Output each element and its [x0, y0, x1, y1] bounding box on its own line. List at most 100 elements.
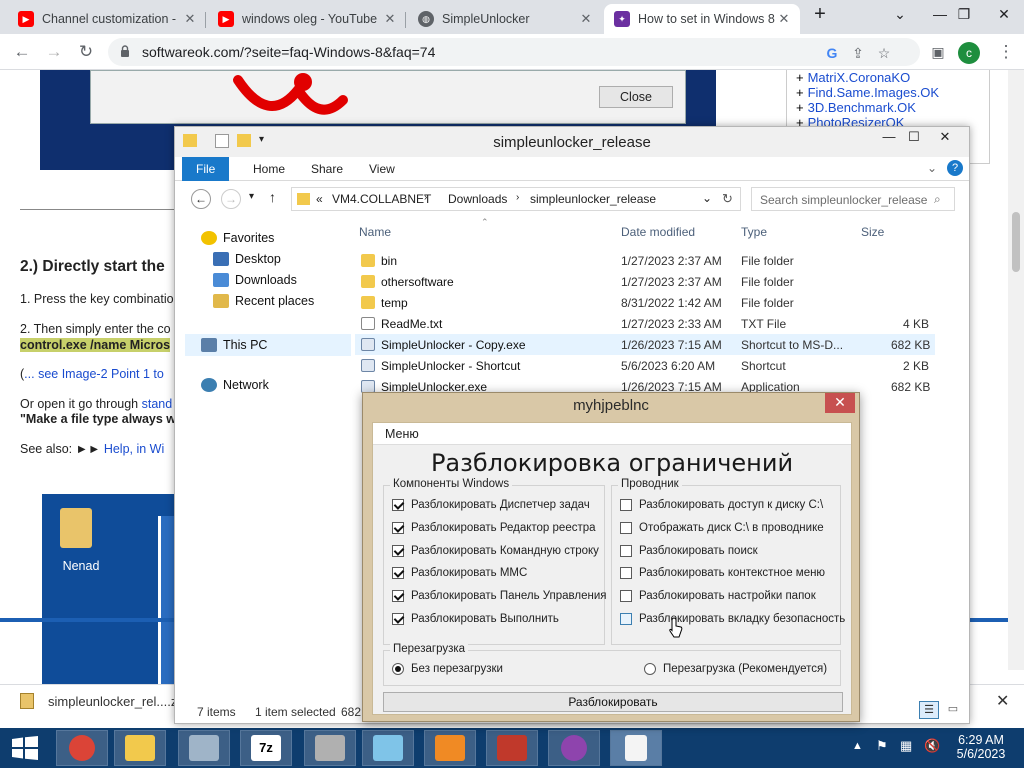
- taskbar-blank-document[interactable]: [610, 730, 662, 766]
- large-icons-view-icon[interactable]: ▭: [943, 701, 963, 719]
- windows-start-icon[interactable]: [10, 736, 40, 760]
- link-3d-benchmark[interactable]: +3D.Benchmark.OK: [796, 100, 916, 115]
- see-image-link[interactable]: ... see Image-2 Point 1 to: [24, 367, 164, 381]
- checkbox-unchecked[interactable]: [620, 522, 632, 534]
- new-tab-button[interactable]: +: [802, 0, 838, 28]
- taskbar-clock[interactable]: 6:29 AM 5/6/2023: [956, 733, 1006, 761]
- menu-item[interactable]: Меню: [385, 427, 419, 441]
- file-row-simpleunlocker-shortcut[interactable]: SimpleUnlocker - Shortcut 5/6/2023 6:20 …: [355, 355, 935, 376]
- address-dropdown-icon[interactable]: ⌄: [702, 191, 712, 205]
- close-icon[interactable]: ✕: [825, 393, 855, 413]
- taskbar-file-explorer[interactable]: [114, 730, 166, 766]
- checkbox-unchecked[interactable]: [620, 567, 632, 579]
- forward-icon[interactable]: →: [221, 189, 241, 209]
- path-overflow[interactable]: «: [316, 192, 323, 206]
- explorer-address-bar[interactable]: « VM4.COLLABNET › Downloads › simpleunlo…: [291, 187, 741, 211]
- column-name[interactable]: Name: [359, 225, 391, 239]
- taskbar-media-player[interactable]: [424, 730, 476, 766]
- nav-desktop[interactable]: Desktop: [213, 252, 281, 266]
- nav-favorites[interactable]: Favorites: [201, 231, 274, 245]
- checkbox-security-tab[interactable]: Разблокировать вкладку безопасность: [620, 613, 845, 625]
- nav-downloads[interactable]: Downloads: [213, 273, 297, 287]
- link-find-same-images[interactable]: + Find.Same.Images.OK: [796, 85, 939, 100]
- path-current-folder[interactable]: simpleunlocker_release: [530, 192, 656, 206]
- nav-network[interactable]: Network: [201, 378, 269, 392]
- path-vm4-collabnet[interactable]: VM4.COLLABNET: [332, 192, 431, 206]
- checkbox-checked[interactable]: [392, 499, 404, 511]
- help-link[interactable]: Help, in Wi: [104, 442, 164, 456]
- checkbox-unchecked[interactable]: [620, 613, 632, 625]
- checkbox-context-menu[interactable]: Разблокировать контекстное меню: [620, 567, 825, 579]
- file-row-othersoftware[interactable]: othersoftware 1/27/2023 2:37 AM File fol…: [355, 271, 935, 292]
- tab-simpleunlocker[interactable]: ◍ SimpleUnlocker ✕: [408, 4, 602, 34]
- checkbox-registry-editor[interactable]: Разблокировать Редактор реестра: [392, 522, 596, 534]
- taskbar-7zip[interactable]: 7z: [240, 730, 292, 766]
- reload-icon[interactable]: ↻: [74, 40, 98, 64]
- profile-avatar[interactable]: c: [958, 42, 980, 64]
- restore-icon[interactable]: ❐: [944, 0, 984, 28]
- file-row-readme[interactable]: ReadMe.txt 1/27/2023 2:33 AM TXT File 4 …: [355, 313, 935, 334]
- tab-windows-oleg-youtube[interactable]: ▶ windows oleg - YouTube ✕: [208, 4, 406, 34]
- download-filename[interactable]: simpleunlocker_rel....z: [48, 694, 177, 709]
- window-close-icon[interactable]: ✕: [984, 0, 1024, 28]
- close-icon[interactable]: ✕: [182, 11, 198, 27]
- file-row-bin[interactable]: bin 1/27/2023 2:37 AM File folder: [355, 250, 935, 271]
- page-scrollbar[interactable]: [1008, 70, 1024, 670]
- taskbar-video-editor[interactable]: [486, 730, 538, 766]
- taskbar-notepad[interactable]: [362, 730, 414, 766]
- tab-home[interactable]: Home: [239, 157, 299, 181]
- nav-recent-places[interactable]: Recent places: [213, 294, 314, 308]
- tab-search-icon[interactable]: ⌄: [880, 0, 920, 28]
- side-panel-icon[interactable]: ▣: [926, 40, 950, 64]
- checkbox-drive-c-access[interactable]: Разблокировать доступ к диску C:\: [620, 499, 823, 511]
- dialog-title[interactable]: myhjpeblnc: [363, 393, 859, 421]
- tab-file[interactable]: File: [182, 157, 230, 181]
- forward-arrow-icon[interactable]: →: [42, 40, 66, 64]
- back-arrow-icon[interactable]: ←: [10, 40, 34, 64]
- path-chevron-icon[interactable]: ›: [516, 192, 519, 203]
- details-view-icon[interactable]: ☰: [919, 701, 939, 719]
- unlock-button[interactable]: Разблокировать: [383, 692, 843, 712]
- google-lens-icon[interactable]: G: [822, 43, 842, 63]
- minimize-icon[interactable]: —: [875, 128, 903, 148]
- path-downloads[interactable]: Downloads: [448, 192, 507, 206]
- checkbox-task-manager[interactable]: Разблокировать Диспетчер задач: [392, 499, 590, 511]
- checkbox-unchecked[interactable]: [620, 499, 632, 511]
- menu-kebab-icon[interactable]: ⋮: [994, 40, 1018, 64]
- nav-this-pc[interactable]: This PC: [185, 334, 351, 356]
- standard-link[interactable]: stand: [142, 397, 173, 411]
- radio-unselected[interactable]: [644, 663, 656, 675]
- network-icon[interactable]: ▦: [900, 738, 912, 754]
- radio-no-reboot[interactable]: Без перезагрузки: [392, 663, 503, 675]
- checkbox-checked[interactable]: [392, 613, 404, 625]
- checkbox-checked[interactable]: [392, 522, 404, 534]
- explorer-title-bar[interactable]: ▾ simpleunlocker_release — ☐ ✕: [175, 127, 969, 157]
- ribbon-expand-icon[interactable]: ⌄: [927, 161, 937, 175]
- action-center-flag-icon[interactable]: ⚑: [876, 738, 888, 754]
- taskbar-task-manager[interactable]: [178, 730, 230, 766]
- checkbox-checked[interactable]: [392, 567, 404, 579]
- radio-selected[interactable]: [392, 663, 404, 675]
- explorer-search-box[interactable]: Search simpleunlocker_release ⌕: [751, 187, 955, 211]
- taskbar-chrome[interactable]: [56, 730, 108, 766]
- close-icon[interactable]: ✕: [382, 11, 398, 27]
- tab-channel-customization[interactable]: ▶ Channel customization - ✕: [8, 4, 206, 34]
- close-button[interactable]: Close: [599, 86, 673, 108]
- checkbox-show-drive-c[interactable]: Отображать диск C:\ в проводнике: [620, 522, 824, 534]
- up-arrow-icon[interactable]: ↑: [269, 189, 276, 205]
- checkbox-search[interactable]: Разблокировать поиск: [620, 545, 758, 557]
- checkbox-run[interactable]: Разблокировать Выполнить: [392, 613, 559, 625]
- refresh-icon[interactable]: ↻: [722, 191, 733, 207]
- path-chevron-icon[interactable]: ›: [424, 192, 427, 203]
- checkbox-mmc[interactable]: Разблокировать MMC: [392, 567, 527, 579]
- tray-chevron-icon[interactable]: ▲: [852, 740, 863, 752]
- file-row-simpleunlocker-copy[interactable]: SimpleUnlocker - Copy.exe 1/26/2023 7:15…: [355, 334, 935, 355]
- help-icon[interactable]: ?: [947, 160, 963, 176]
- checkbox-command-prompt[interactable]: Разблокировать Командную строку: [392, 545, 599, 557]
- checkbox-checked[interactable]: [392, 545, 404, 557]
- checkbox-unchecked[interactable]: [620, 590, 632, 602]
- link-matrix-coronako[interactable]: + MatriX.CoronaKO: [796, 70, 910, 85]
- taskbar-paint[interactable]: [548, 730, 600, 766]
- close-icon[interactable]: ✕: [776, 11, 792, 27]
- column-size[interactable]: Size: [861, 225, 884, 239]
